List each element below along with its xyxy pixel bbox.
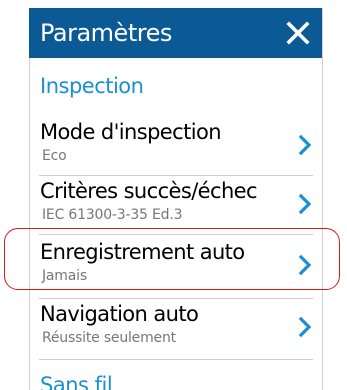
divider bbox=[39, 359, 313, 360]
chevron-right-icon bbox=[298, 134, 312, 156]
settings-header: Paramètres bbox=[29, 8, 323, 58]
divider bbox=[39, 298, 313, 299]
highlight-annotation bbox=[4, 228, 340, 290]
settings-panel: Paramètres Inspection Mode d'inspection … bbox=[29, 8, 323, 390]
settings-item-inspection-mode[interactable]: Mode d'inspection Eco bbox=[29, 120, 323, 179]
settings-item-label: Critères succès/échec bbox=[40, 179, 258, 203]
settings-item-label: Mode d'inspection bbox=[40, 120, 222, 144]
settings-item-value: Eco bbox=[42, 148, 67, 164]
close-icon[interactable] bbox=[281, 16, 315, 50]
divider bbox=[39, 175, 313, 176]
chevron-right-icon bbox=[298, 193, 312, 215]
settings-item-value: IEC 61300-3-35 Ed.3 bbox=[42, 207, 183, 223]
settings-item-value: Réussite seulement bbox=[42, 330, 176, 346]
chevron-right-icon bbox=[298, 316, 312, 338]
section-inspection-heading: Inspection bbox=[40, 74, 144, 98]
page-title: Paramètres bbox=[40, 19, 172, 47]
settings-item-label: Navigation auto bbox=[40, 302, 199, 326]
settings-item-auto-navigation[interactable]: Navigation auto Réussite seulement bbox=[29, 302, 323, 361]
section-wireless-heading: Sans fil bbox=[40, 373, 113, 390]
